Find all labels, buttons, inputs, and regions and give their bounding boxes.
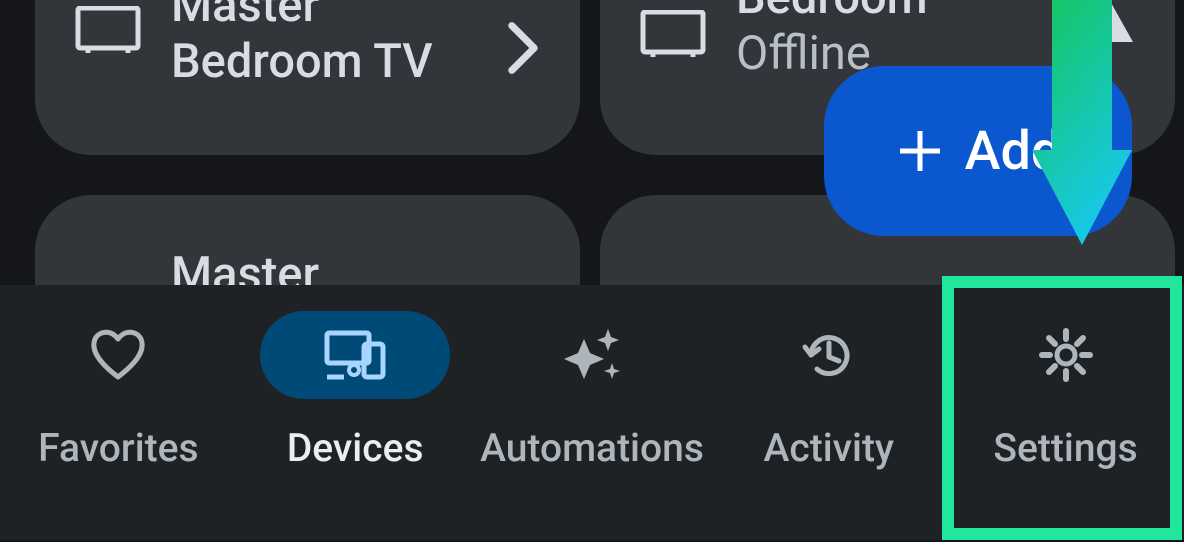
tab-settings[interactable]: Settings — [947, 311, 1184, 471]
tab-label: Devices — [287, 425, 424, 471]
history-icon — [801, 327, 857, 383]
tv-icon — [75, 6, 141, 54]
tab-automations[interactable]: Automations — [474, 311, 711, 471]
device-name-line1: Bedroom — [736, 0, 928, 26]
gear-icon — [1038, 327, 1094, 383]
chevron-right-icon — [506, 20, 540, 80]
tab-label: Favorites — [38, 425, 198, 471]
plus-icon — [895, 126, 945, 176]
devices-icon — [324, 330, 386, 380]
tv-icon — [640, 10, 706, 58]
tab-label: Settings — [993, 425, 1137, 471]
tab-activity[interactable]: Activity — [710, 311, 947, 471]
tab-favorites[interactable]: Favorites — [0, 311, 237, 471]
device-name-line1: Master — [171, 0, 433, 34]
bottom-nav: Favorites Devices — [0, 285, 1184, 540]
device-card-master-bedroom-tv[interactable]: Master Bedroom TV — [35, 0, 580, 155]
tab-devices[interactable]: Devices — [237, 311, 474, 471]
sparkle-icon — [562, 325, 622, 385]
tab-label: Activity — [764, 425, 895, 471]
heart-icon — [89, 329, 147, 381]
annotation-arrow-icon — [1032, 0, 1132, 250]
device-name-line2: Bedroom TV — [171, 34, 433, 90]
tab-label: Automations — [480, 425, 704, 471]
